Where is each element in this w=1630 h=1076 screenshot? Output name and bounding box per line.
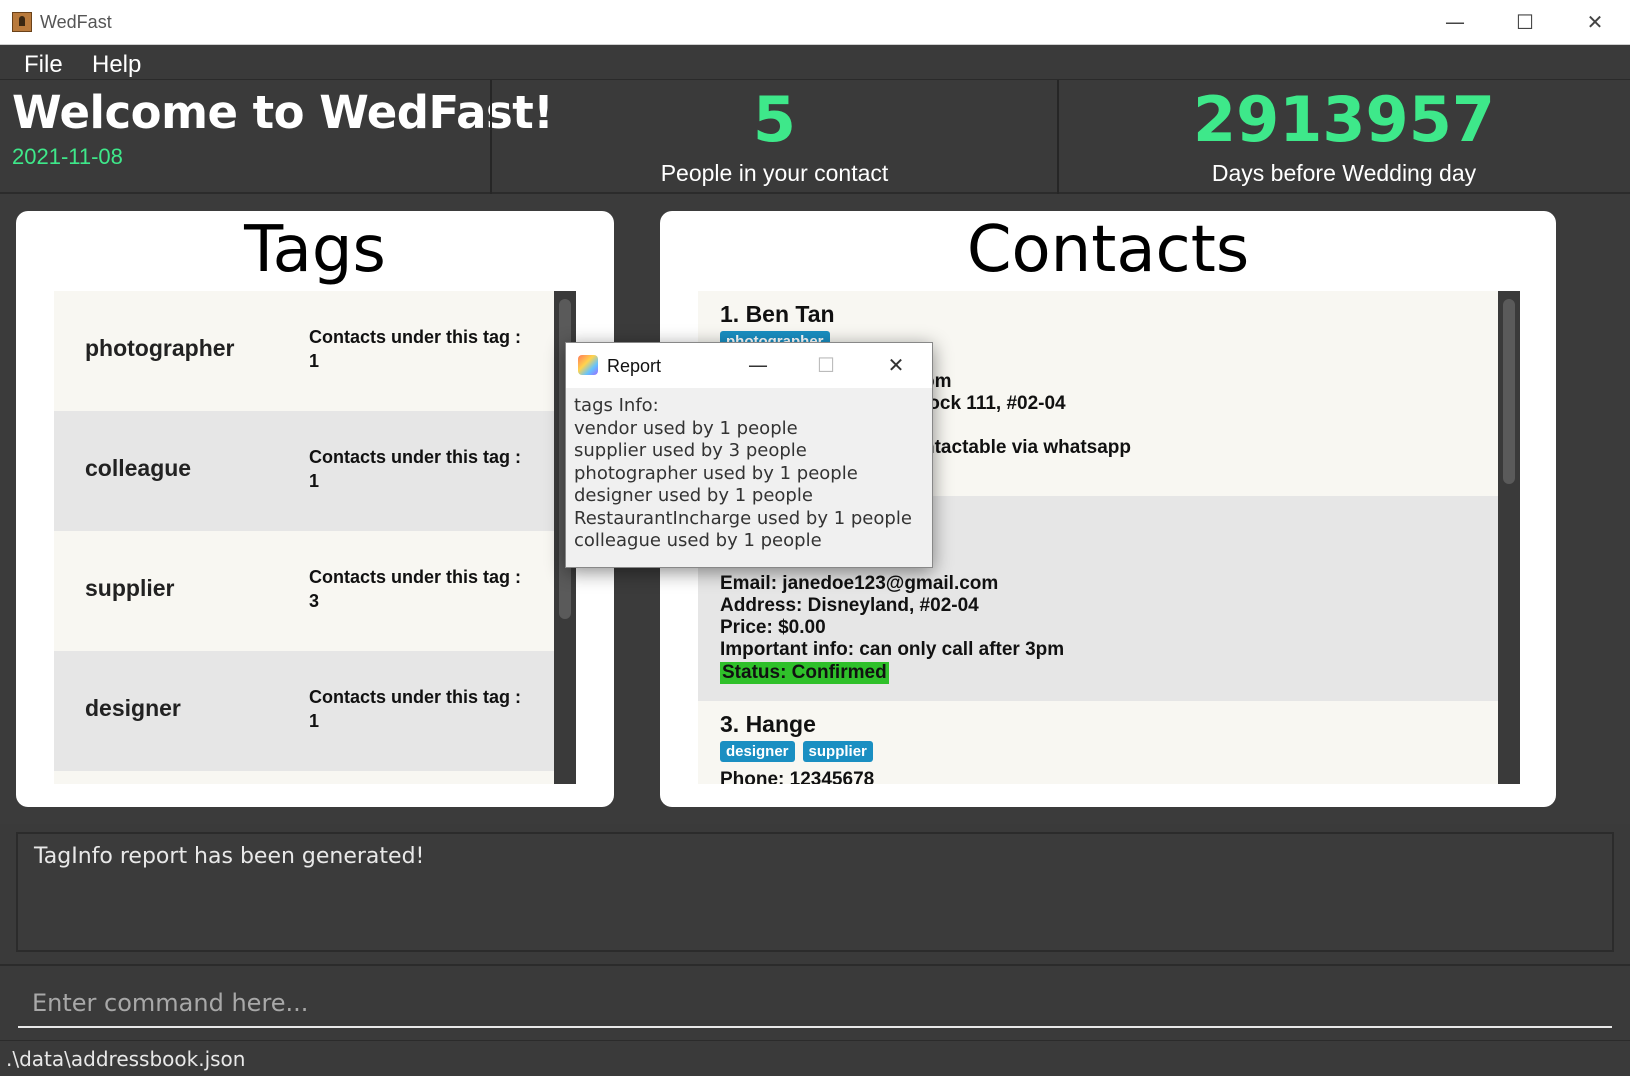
maximize-button[interactable]: ☐ <box>1490 0 1560 44</box>
report-app-icon <box>578 355 598 375</box>
people-label: People in your contact <box>660 160 889 186</box>
title-bar: WedFast — ☐ ✕ <box>0 0 1630 45</box>
contact-name: 3. Hange <box>720 711 816 737</box>
command-area <box>0 964 1630 1040</box>
tags-panel-title: Tags <box>244 213 386 287</box>
tag-count: 1 <box>309 711 320 731</box>
report-line: photographer used by 1 people <box>574 462 858 484</box>
command-input[interactable] <box>18 980 1612 1028</box>
tags-panel: Tags photographer Contacts under this ta… <box>16 211 614 807</box>
report-line: colleague used by 1 people <box>574 530 822 551</box>
report-dialog: Report — ☐ ✕ tags Info: vendor used by 1… <box>565 342 933 568</box>
tag-count-label: Contacts under this tag : <box>309 327 522 347</box>
tag-name: supplier <box>85 575 175 601</box>
report-title-bar[interactable]: Report — ☐ ✕ <box>566 343 932 388</box>
people-count: 5 <box>752 83 797 156</box>
tag-name: colleague <box>85 455 192 481</box>
contact-phone: Phone: 12345678 <box>720 769 875 784</box>
tag-count: 1 <box>309 351 320 371</box>
report-line: designer used by 1 people <box>574 485 813 506</box>
contact-name: 1. Ben Tan <box>720 301 835 327</box>
scrollbar-thumb[interactable] <box>1503 299 1515 484</box>
menu-file[interactable]: File <box>24 51 63 79</box>
contacts-scrollbar[interactable] <box>1498 291 1520 784</box>
days-count: 2913957 <box>1193 83 1495 156</box>
report-title: Report <box>607 356 662 376</box>
tag-count-label: Contacts under this tag : <box>309 567 522 587</box>
report-close-button[interactable]: ✕ <box>876 349 916 381</box>
contact-price: Price: $0.00 <box>720 617 826 638</box>
tag-chip: designer <box>720 741 795 762</box>
contact-card[interactable]: 3. Hange designer supplier Phone: 1234567… <box>698 701 1498 784</box>
close-button[interactable]: ✕ <box>1560 0 1630 44</box>
menu-help[interactable]: Help <box>92 51 141 79</box>
current-date: 2021-11-08 <box>12 144 123 169</box>
report-line: vendor used by 1 people <box>574 417 798 439</box>
menu-bar: File Help <box>0 45 1630 80</box>
result-area: TagInfo report has been generated! <box>0 824 1630 964</box>
header-stats: Welcome to WedFast! 2021-11-08 5 People … <box>0 80 1630 194</box>
tag-name: designer <box>85 695 181 721</box>
result-display: TagInfo report has been generated! <box>16 832 1614 952</box>
tag-row[interactable]: colleague Contacts under this tag : 1 <box>54 411 554 531</box>
tag-count-label: Contacts under this tag : <box>309 687 522 707</box>
tag-count-label: Contacts under this tag : <box>309 447 522 467</box>
minimize-button[interactable]: — <box>1420 0 1490 44</box>
tag-row[interactable]: photographer Contacts under this tag : 1 <box>54 291 554 411</box>
report-line: RestaurantIncharge used by 1 people <box>574 507 912 529</box>
app-icon <box>12 12 32 32</box>
contact-address: Address: Disneyland, #02-04 <box>720 595 979 616</box>
contact-info: Important info: can only call after 3pm <box>720 639 1065 660</box>
report-body: tags Info: vendor used by 1 people suppl… <box>574 395 912 553</box>
contact-email: Email: janedoe123@gmail.com <box>720 573 999 594</box>
tag-name: photographer <box>85 335 235 361</box>
report-line: supplier used by 3 people <box>574 440 807 461</box>
tag-row[interactable]: supplier Contacts under this tag : 3 <box>54 531 554 651</box>
report-line: tags Info: <box>574 395 659 416</box>
tag-count: 1 <box>309 471 320 491</box>
status-badge: Status: Confirmed <box>720 662 889 684</box>
days-stat: 2913957 Days before Wedding day <box>1059 80 1629 187</box>
status-bar: .\data\addressbook.json <box>0 1040 1630 1076</box>
people-stat: 5 People in your contact <box>492 80 1057 187</box>
tag-row[interactable] <box>54 771 554 784</box>
window-title: WedFast <box>40 12 112 32</box>
report-maximize-button[interactable]: ☐ <box>806 349 846 381</box>
contacts-panel-title: Contacts <box>966 213 1250 287</box>
wedfast-window: WedFast — ☐ ✕ File Help Welcome to WedFa… <box>0 0 1630 1076</box>
tag-count: 3 <box>309 591 320 611</box>
save-file-path: .\data\addressbook.json <box>6 1047 246 1071</box>
contact-tags: designer supplier <box>720 741 881 762</box>
tag-chip: supplier <box>802 741 873 762</box>
days-label: Days before Wedding day <box>1211 160 1477 186</box>
tags-list[interactable]: photographer Contacts under this tag : 1… <box>54 291 554 784</box>
welcome-title: Welcome to WedFast! <box>12 86 554 139</box>
contact-address: lock 111, #02-04 <box>923 393 1066 414</box>
contact-info: ntactable via whatsapp <box>923 437 1132 458</box>
tag-row[interactable]: designer Contacts under this tag : 1 <box>54 651 554 771</box>
report-minimize-button[interactable]: — <box>738 349 778 381</box>
result-message: TagInfo report has been generated! <box>34 844 425 869</box>
